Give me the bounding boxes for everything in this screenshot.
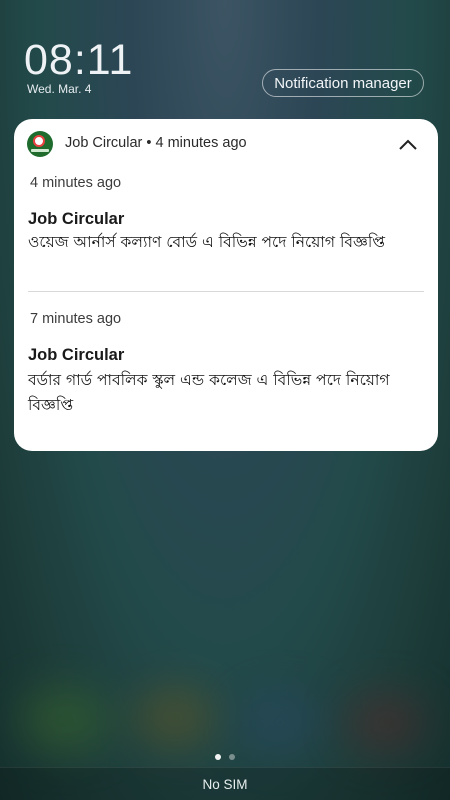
notification-manager-button[interactable]: Notification manager xyxy=(262,69,424,97)
wallpaper-blob xyxy=(240,695,320,750)
notification-header[interactable]: Job Circular • 4 minutes ago xyxy=(14,119,438,169)
notification-time: 4 minutes ago xyxy=(30,175,122,191)
job-circular-app-icon xyxy=(27,131,53,157)
lockscreen-date: Wed. Mar. 4 xyxy=(27,82,92,96)
sim-status-bar: No SIM xyxy=(0,767,450,800)
notification-body: বর্ডার গার্ড পাবলিক স্কুল এন্ড কলেজ এ বি… xyxy=(28,371,390,414)
page-dot xyxy=(229,754,235,760)
notification-title: Job Circular xyxy=(28,210,125,228)
chevron-up-icon[interactable] xyxy=(396,133,420,157)
notification-card[interactable]: Job Circular • 4 minutes ago 4 minutes a… xyxy=(14,119,438,451)
wallpaper-blob xyxy=(20,690,110,750)
app-icon-label-strip xyxy=(31,149,49,152)
page-indicator xyxy=(0,754,450,760)
notification-body: ওয়েজ আর্নার্স কল্যাণ বোর্ড এ বিভিন্ন পদ… xyxy=(28,233,386,251)
clock-dial-icon xyxy=(33,135,45,147)
lockscreen-clock: 08:11 xyxy=(24,36,134,84)
wallpaper-blob xyxy=(135,690,215,745)
sim-status-text: No SIM xyxy=(202,777,248,792)
notification-title: Job Circular xyxy=(28,346,125,364)
wallpaper-blob xyxy=(345,695,425,750)
notification-time: 7 minutes ago xyxy=(30,311,122,327)
notification-header-title: Job Circular • 4 minutes ago xyxy=(65,135,247,151)
notification-divider xyxy=(28,291,424,292)
page-dot-active xyxy=(215,754,221,760)
